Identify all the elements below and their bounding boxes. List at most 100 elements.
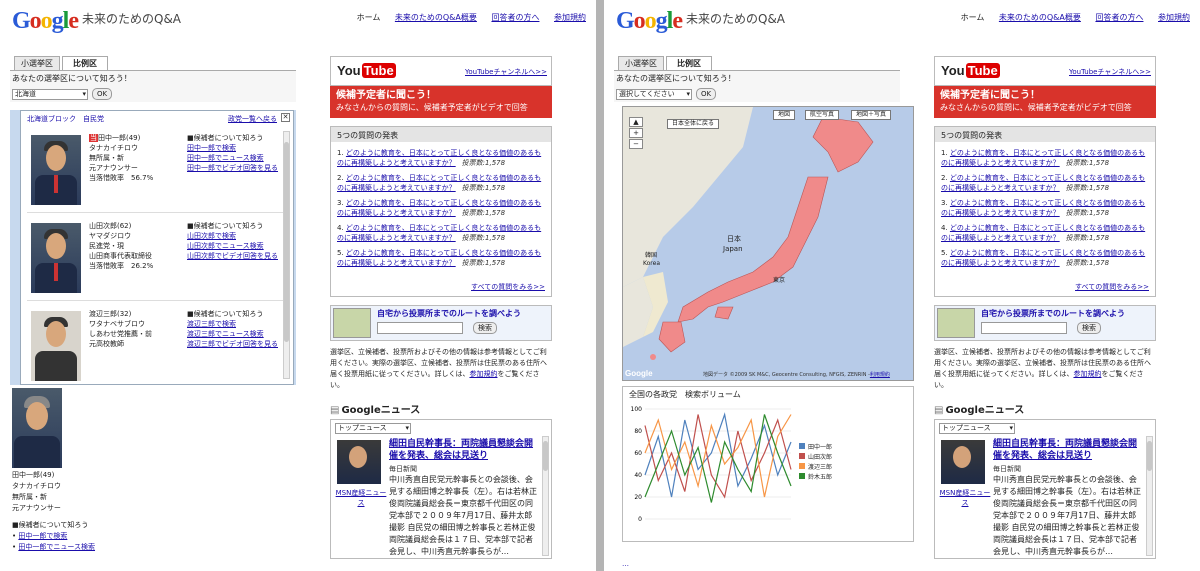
question-link[interactable]: どのように教育を、日本にとって正しく良となる価値のあるものに再構築しようと考えて… bbox=[941, 249, 1145, 267]
rate-value: 26.2% bbox=[131, 262, 154, 270]
news-photo-source[interactable]: MSN産経ニュース bbox=[939, 488, 991, 508]
news-search-link[interactable]: 渡辺三郎でニュース検索 bbox=[187, 330, 264, 338]
tab-proportional[interactable]: 比例区 bbox=[666, 56, 712, 70]
sidebar: You Tube YouTubeチャンネルへ>> 候補予定者に聞こう！ みなさんから… bbox=[330, 56, 552, 559]
pan-up-icon[interactable]: ▲ bbox=[629, 117, 643, 127]
route-search-button[interactable]: 検索 bbox=[1077, 322, 1101, 334]
news-box: トップニュース MSN産経ニュース 細田自民幹事長：両院議員懇談会開催を発表、総… bbox=[330, 419, 552, 559]
candidate-status: 無所属・新 bbox=[89, 154, 124, 162]
map-type-hybrid[interactable]: 地図＋写真 bbox=[851, 110, 892, 120]
line-chart: 100 80 60 40 20 0 bbox=[631, 406, 792, 523]
news-headline[interactable]: 細田自民幹事長：両院議員懇談会開催を発表、総会は見送り bbox=[389, 438, 537, 462]
y-tick-label: 40 bbox=[634, 472, 642, 479]
question-link[interactable]: どのように教育を、日本にとって正しく良となる価値のあるものに再構築しようと考えて… bbox=[941, 224, 1145, 242]
region-select[interactable]: 北海道 bbox=[12, 89, 88, 100]
news-icon: ▤ bbox=[934, 405, 944, 416]
nav-answerers[interactable]: 回答者の方へ bbox=[491, 13, 539, 22]
bio-search-link[interactable]: 田中一郎で検索 bbox=[18, 532, 67, 540]
question-link[interactable]: どのように教育を、日本にとって正しく良となる価値のあるものに再構築しようと考えて… bbox=[337, 249, 541, 267]
google-wordmark: Google bbox=[616, 8, 683, 34]
question-link[interactable]: どのように教育を、日本にとって正しく良となる価値のあるものに再構築しようと考えて… bbox=[941, 199, 1145, 217]
video-link[interactable]: 山田次郎でビデオ回答を見る bbox=[187, 252, 278, 260]
nav-terms[interactable]: 参加規約 bbox=[554, 13, 586, 22]
question-link[interactable]: どのように教育を、日本にとって正しく良となる価値のあるものに再構築しようと考えて… bbox=[941, 149, 1145, 167]
all-questions-link[interactable]: すべての質問をみる>> bbox=[471, 282, 545, 292]
back-to-parties-link[interactable]: 政党一覧へ戻る bbox=[228, 114, 277, 124]
nav-answerers[interactable]: 回答者の方へ bbox=[1095, 13, 1143, 22]
ok-button[interactable]: OK bbox=[92, 88, 113, 100]
news-photo[interactable] bbox=[941, 440, 985, 484]
search-link[interactable]: 渡辺三郎で検索 bbox=[187, 320, 236, 328]
zoom-in-icon[interactable]: + bbox=[629, 128, 643, 138]
tab-district[interactable]: 小選挙区 bbox=[14, 56, 60, 70]
video-link[interactable]: 渡辺三郎でビデオ回答を見る bbox=[187, 340, 278, 348]
google-map-logo: Google bbox=[625, 369, 653, 378]
search-link[interactable]: 山田次郎で検索 bbox=[187, 232, 236, 240]
terms-link[interactable]: 参加規約 bbox=[1073, 370, 1101, 378]
route-title: 自宅から投票所までのルートを調べよう bbox=[981, 309, 1125, 318]
news-photo-source[interactable]: MSN産経ニュース bbox=[335, 488, 387, 508]
label-japan-en: Japan bbox=[722, 245, 743, 253]
y-tick-label: 80 bbox=[634, 428, 642, 435]
popup-scrollbar[interactable] bbox=[283, 131, 290, 379]
news-scrollbar[interactable] bbox=[542, 436, 549, 556]
question-item: 3. どのように教育を、日本にとって正しく良となる価値のあるものに再構築しようと… bbox=[337, 199, 542, 217]
question-link[interactable]: どのように教育を、日本にとって正しく良となる価値のあるものに再構築しようと考えて… bbox=[941, 174, 1145, 192]
vote-count: 投票数:1,578 bbox=[1065, 259, 1110, 267]
terms-link[interactable]: 参加規約 bbox=[469, 370, 497, 378]
candidate-photo bbox=[31, 135, 81, 205]
candidate-career: 山田商事代表取締役 bbox=[89, 252, 152, 260]
google-wordmark: Google bbox=[12, 8, 79, 34]
news-category-select[interactable]: トップニュース bbox=[939, 423, 1015, 434]
google-logo[interactable]: Google 未来のためのQ&A bbox=[616, 8, 785, 36]
google-logo[interactable]: Google 未来のためのQ&A bbox=[12, 8, 181, 36]
youtube-channel-link[interactable]: YouTubeチャンネルへ>> bbox=[465, 67, 547, 77]
block-name: 北海道ブロック bbox=[27, 115, 76, 123]
route-search-box: 自宅から投票所までのルートを調べよう 検索 bbox=[934, 305, 1156, 341]
news-search-link[interactable]: 山田次郎でニュース検索 bbox=[187, 242, 264, 250]
news-search-link[interactable]: 田中一郎でニュース検索 bbox=[187, 154, 264, 162]
question-link[interactable]: どのように教育を、日本にとって正しく良となる価値のあるものに再構築しようと考えて… bbox=[337, 174, 541, 192]
nav-terms[interactable]: 参加規約 bbox=[1158, 13, 1190, 22]
news-category-select[interactable]: トップニュース bbox=[335, 423, 411, 434]
close-icon[interactable]: ✕ bbox=[281, 113, 290, 122]
reset-japan-button[interactable]: 日本全体に戻る bbox=[667, 119, 720, 129]
news-scrollbar[interactable] bbox=[1146, 436, 1153, 556]
tab-district[interactable]: 小選挙区 bbox=[618, 56, 664, 70]
japan-map[interactable]: 日本 Japan 韓国 Korea 東京 ▲ + − 地図 航空写真 地図＋写真… bbox=[622, 106, 914, 381]
district-panel: 小選挙区 比例区 あなたの選挙区について知ろう！ 選択してください OK bbox=[614, 56, 900, 102]
bio-news-link[interactable]: 田中一郎でニュース検索 bbox=[18, 543, 95, 551]
video-link[interactable]: 田中一郎でビデオ回答を見る bbox=[187, 164, 278, 172]
ok-button[interactable]: OK bbox=[696, 88, 717, 100]
zoom-out-icon[interactable]: − bbox=[629, 139, 643, 149]
map-type-satellite[interactable]: 航空写真 bbox=[805, 110, 840, 120]
nav-home[interactable]: ホーム bbox=[961, 13, 985, 22]
question-link[interactable]: どのように教育を、日本にとって正しく良となる価値のあるものに再構築しようと考えて… bbox=[337, 149, 541, 167]
map-terms-link[interactable]: 利用規約 bbox=[870, 372, 890, 378]
all-questions-link[interactable]: すべての質問をみる>> bbox=[1075, 282, 1149, 292]
question-link[interactable]: どのように教育を、日本にとって正しく良となる価値のあるものに再構築しようと考えて… bbox=[337, 199, 541, 217]
zoom-control: ▲ + − bbox=[629, 117, 645, 150]
cut-off-link[interactable]: … bbox=[622, 560, 914, 568]
address-input[interactable] bbox=[981, 322, 1067, 334]
legend-item-2: 渡辺三郎 bbox=[799, 463, 832, 473]
nav-overview[interactable]: 未来のためのQ&A概要 bbox=[999, 13, 1081, 22]
question-link[interactable]: どのように教育を、日本にとって正しく良となる価値のあるものに再構築しようと考えて… bbox=[337, 224, 541, 242]
candidate-large-photo bbox=[12, 388, 62, 468]
search-link[interactable]: 田中一郎で検索 bbox=[187, 144, 236, 152]
news-headline[interactable]: 細田自民幹事長：両院議員懇談会開催を発表、総会は見送り bbox=[993, 438, 1141, 462]
vote-count: 投票数:1,578 bbox=[461, 234, 506, 242]
nav-overview[interactable]: 未来のためのQ&A概要 bbox=[395, 13, 477, 22]
youtube-logo[interactable]: You Tube bbox=[941, 63, 1000, 78]
map-type-map[interactable]: 地図 bbox=[773, 110, 796, 120]
question-item: 2. どのように教育を、日本にとって正しく良となる価値のあるものに再構築しようと… bbox=[337, 174, 542, 192]
tab-proportional[interactable]: 比例区 bbox=[62, 56, 108, 70]
nav-home[interactable]: ホーム bbox=[357, 13, 381, 22]
news-photo[interactable] bbox=[337, 440, 381, 484]
youtube-logo[interactable]: You Tube bbox=[337, 63, 396, 78]
address-input[interactable] bbox=[377, 322, 463, 334]
youtube-channel-link[interactable]: YouTubeチャンネルへ>> bbox=[1069, 67, 1151, 77]
region-select[interactable]: 選択してください bbox=[616, 89, 692, 100]
question-item: 5. どのように教育を、日本にとって正しく良となる価値のあるものに再構築しようと… bbox=[941, 249, 1146, 267]
route-search-button[interactable]: 検索 bbox=[473, 322, 497, 334]
